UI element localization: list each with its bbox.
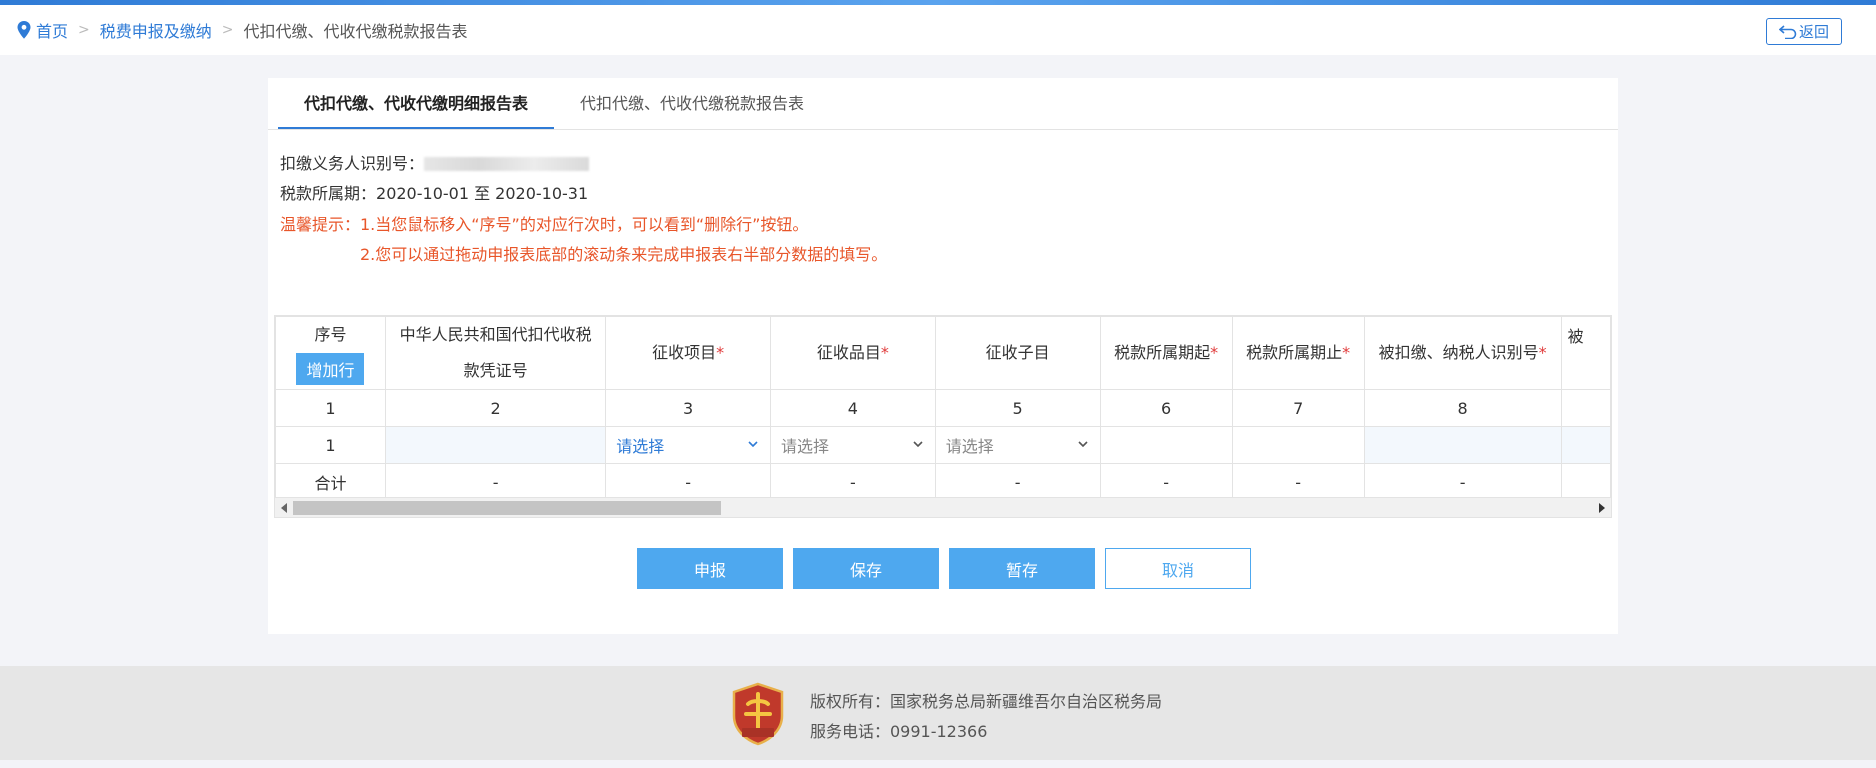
header-seq: 序号 增加行 (275, 316, 386, 390)
tax-bureau-logo (732, 682, 784, 746)
period-end-input[interactable] (1231, 426, 1365, 464)
breadcrumb-current: 代扣代缴、代收代缴税款报告表 (243, 22, 468, 41)
tax-period-label: 税款所属期： (280, 184, 377, 203)
tab-tax-report[interactable]: 代扣代缴、代收代缴税款报告表 (554, 78, 830, 129)
taxpayer-id-line: 扣缴义务人识别号： (280, 150, 590, 174)
sum-cell: - (770, 463, 936, 501)
breadcrumb-separator: > (221, 22, 234, 38)
header-category: 征收品目* (770, 316, 936, 390)
breadcrumb: 首页 > 税费申报及缴纳 > 代扣代缴、代收代缴税款报告表 (16, 18, 468, 42)
sum-cell: - (1231, 463, 1365, 501)
scroll-left-arrow-icon[interactable] (281, 503, 287, 513)
col-number: 2 (384, 389, 607, 427)
table-row: 1 请选择 请选择 请选择 (275, 426, 1611, 464)
cancel-button[interactable]: 取消 (1105, 548, 1251, 589)
required-mark: * (880, 343, 889, 362)
header-item: 征收项目* (605, 316, 771, 390)
footer-copyright: 版权所有：国家税务总局新疆维吾尔自治区税务局 (810, 692, 1163, 711)
report-card: 代扣代缴、代收代缴明细报告表 代扣代缴、代收代缴税款报告表 扣缴义务人识别号： … (268, 78, 1618, 634)
chevron-down-icon (913, 441, 923, 448)
taxpayer-id-label: 扣缴义务人识别号： (280, 154, 425, 173)
taxpayer-id-masked-value (424, 157, 590, 171)
header-seq-label: 序号 (314, 325, 347, 344)
footer-phone: 服务电话：0991-12366 (810, 722, 988, 741)
sum-label: 合计 (275, 463, 386, 501)
draft-button[interactable]: 暂存 (949, 548, 1095, 589)
sum-cell: - (1363, 463, 1562, 501)
scroll-right-arrow-icon[interactable] (1599, 503, 1605, 513)
header-period-start-label: 税款所属期起 (1114, 343, 1211, 362)
header-next-partial: 被 (1560, 316, 1611, 390)
tab-bar: 代扣代缴、代收代缴明细报告表 代扣代缴、代收代缴税款报告表 (268, 78, 1618, 130)
required-mark: * (1210, 343, 1219, 362)
category-select-value: 请选择 (781, 437, 830, 456)
header-period-end-label: 税款所属期止 (1246, 343, 1343, 362)
location-pin-icon (17, 21, 31, 39)
save-button[interactable]: 保存 (793, 548, 939, 589)
col-number (1560, 389, 1611, 427)
sum-row: 合计 - - - - - - - (275, 463, 1611, 501)
breadcrumb-home-link[interactable]: 首页 (36, 18, 68, 42)
chevron-down-icon (748, 441, 758, 448)
col-number: 7 (1231, 389, 1365, 427)
submit-button[interactable]: 申报 (637, 548, 783, 589)
col-number: 3 (605, 389, 771, 427)
breadcrumb-tax-filing-link[interactable]: 税费申报及缴纳 (100, 18, 212, 42)
tab-detail-report[interactable]: 代扣代缴、代收代缴明细报告表 (278, 78, 555, 129)
sum-cell: - (384, 463, 607, 501)
header-voucher: 中华人民共和国代扣代收税款凭证号 (384, 316, 607, 390)
col-number: 6 (1099, 389, 1233, 427)
back-button-label: 返回 (1798, 23, 1829, 41)
header-withheld-id: 被扣缴、纳税人识别号* (1363, 316, 1562, 390)
back-button[interactable]: 返回 (1766, 18, 1842, 45)
tip-line-2: 2.您可以通过拖动申报表底部的滚动条来完成申报表右半部分数据的填写。 (360, 245, 888, 264)
header-withheld-id-label: 被扣缴、纳税人识别号 (1378, 343, 1539, 362)
report-table-container: 序号 增加行 中华人民共和国代扣代收税款凭证号 征收项目* 征收品目* 征收子目… (274, 315, 1612, 518)
tip-line-1: 温馨提示：1.当您鼠标移入“序号”的对应行次时，可以看到“删除行”按钮。 (280, 215, 809, 234)
required-mark: * (1342, 343, 1351, 362)
required-mark: * (716, 343, 725, 362)
sum-cell (1560, 463, 1611, 501)
breadcrumb-bar: 首页 > 税费申报及缴纳 > 代扣代缴、代收代缴税款报告表 返回 (0, 5, 1876, 55)
sum-cell: - (1099, 463, 1233, 501)
table-header-row: 序号 增加行 中华人民共和国代扣代收税款凭证号 征收项目* 征收品目* 征收子目… (275, 316, 1611, 390)
horizontal-scrollbar[interactable] (275, 497, 1611, 517)
header-category-label: 征收品目 (816, 343, 881, 362)
header-subitem: 征收子目 (934, 316, 1101, 390)
return-arrow-icon (1778, 24, 1797, 39)
header-period-end: 税款所属期止* (1231, 316, 1365, 390)
tax-period-value: 2020-10-01 至 2020-10-31 (376, 184, 589, 203)
sum-cell: - (605, 463, 771, 501)
subitem-select[interactable]: 请选择 (934, 426, 1101, 464)
action-buttons: 申报 保存 暂存 取消 (637, 548, 1251, 589)
chevron-down-icon (1077, 441, 1088, 448)
footer: 版权所有：国家税务总局新疆维吾尔自治区税务局 服务电话：0991-12366 (0, 666, 1876, 760)
tax-period-line: 税款所属期：2020-10-01 至 2020-10-31 (280, 180, 588, 204)
sum-cell: - (934, 463, 1101, 501)
col-number: 4 (770, 389, 936, 427)
withheld-id-input[interactable] (1363, 426, 1562, 464)
scrollbar-thumb[interactable] (293, 501, 721, 515)
row-seq[interactable]: 1 (275, 426, 386, 464)
add-row-button[interactable]: 增加行 (296, 353, 365, 385)
column-number-row: 1 2 3 4 5 6 7 8 (275, 389, 1611, 427)
item-select[interactable]: 请选择 (605, 426, 771, 464)
period-start-input[interactable] (1099, 426, 1233, 464)
category-select[interactable]: 请选择 (770, 426, 936, 464)
col-number: 8 (1363, 389, 1562, 427)
col-number: 5 (934, 389, 1101, 427)
voucher-input[interactable] (384, 426, 607, 464)
required-mark: * (1538, 343, 1547, 362)
col-number: 1 (275, 389, 386, 427)
breadcrumb-separator: > (78, 22, 90, 38)
header-period-start: 税款所属期起* (1099, 316, 1233, 390)
report-table: 序号 增加行 中华人民共和国代扣代收税款凭证号 征收项目* 征收品目* 征收子目… (275, 316, 1611, 501)
item-select-value: 请选择 (616, 437, 665, 456)
header-item-label: 征收项目 (652, 343, 717, 362)
subitem-select-value: 请选择 (945, 437, 994, 456)
next-column-input[interactable] (1560, 426, 1611, 464)
